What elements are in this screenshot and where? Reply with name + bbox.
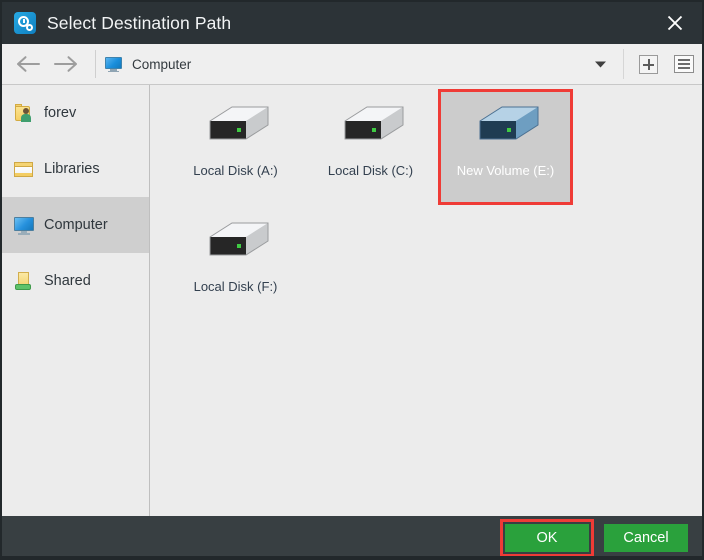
- drive-label: Local Disk (F:): [193, 279, 278, 294]
- select-destination-path-dialog: Select Destination Path Computer forev L…: [0, 0, 704, 560]
- drive-label: New Volume (E:): [456, 163, 555, 178]
- navigation-toolbar: Computer: [2, 44, 702, 85]
- hard-drive-icon: [198, 99, 274, 151]
- sidebar-item-label: Shared: [44, 273, 91, 289]
- drive-item-local-disk-a[interactable]: Local Disk (A:): [168, 89, 303, 205]
- cancel-button[interactable]: Cancel: [604, 524, 688, 552]
- hard-drive-icon: [198, 215, 274, 267]
- sidebar-item-shared[interactable]: Shared: [2, 253, 149, 309]
- drive-icon-grid: Local Disk (A:) Local Disk (C:) New Volu…: [151, 85, 702, 321]
- libraries-icon: [13, 158, 35, 180]
- drive-item-local-disk-f[interactable]: Local Disk (F:): [168, 205, 303, 321]
- sidebar-item-computer[interactable]: Computer: [2, 197, 149, 253]
- ok-button[interactable]: OK: [505, 524, 589, 552]
- toolbar-divider-2: [623, 49, 624, 79]
- sidebar-item-label: Computer: [44, 217, 108, 233]
- toolbar-divider: [95, 50, 96, 78]
- sidebar-item-label: Libraries: [44, 161, 100, 177]
- clock-gear-icon: [14, 12, 36, 34]
- shared-folder-icon: [13, 270, 35, 292]
- hard-drive-icon: [468, 99, 544, 151]
- plus-box-icon[interactable]: [630, 44, 666, 84]
- window-bottom-edge: [2, 556, 702, 560]
- computer-monitor-icon: [105, 56, 122, 72]
- drive-label: Local Disk (C:): [327, 163, 414, 178]
- page-title: Select Destination Path: [47, 12, 232, 33]
- sidebar-item-label: forev: [44, 105, 77, 121]
- arrow-left-icon[interactable]: [9, 44, 47, 84]
- annotation-highlight-ok: OK: [500, 519, 594, 557]
- sidebar-item-libraries[interactable]: Libraries: [2, 141, 149, 197]
- drive-label: Local Disk (A:): [193, 163, 278, 178]
- cancel-button-wrap: Cancel: [599, 519, 693, 557]
- computer-monitor-icon: [13, 214, 35, 236]
- hard-drive-icon: [333, 99, 409, 151]
- dialog-footer: OK Cancel: [2, 516, 702, 560]
- breadcrumb-label: Computer: [132, 56, 192, 72]
- file-list-pane: Local Disk (A:) Local Disk (C:) New Volu…: [151, 85, 702, 516]
- user-folder-icon: [13, 102, 35, 124]
- list-view-icon[interactable]: [666, 44, 702, 84]
- chevron-down-icon[interactable]: [583, 44, 617, 84]
- sidebar-item-forev[interactable]: forev: [2, 85, 149, 141]
- close-icon[interactable]: [648, 2, 702, 44]
- drive-item-new-volume-e[interactable]: New Volume (E:): [438, 89, 573, 205]
- title-bar: Select Destination Path: [2, 2, 702, 44]
- breadcrumb[interactable]: Computer: [105, 44, 583, 84]
- sidebar: forev Libraries Computer Shared: [2, 85, 150, 516]
- arrow-right-icon[interactable]: [47, 44, 85, 84]
- drive-item-local-disk-c[interactable]: Local Disk (C:): [303, 89, 438, 205]
